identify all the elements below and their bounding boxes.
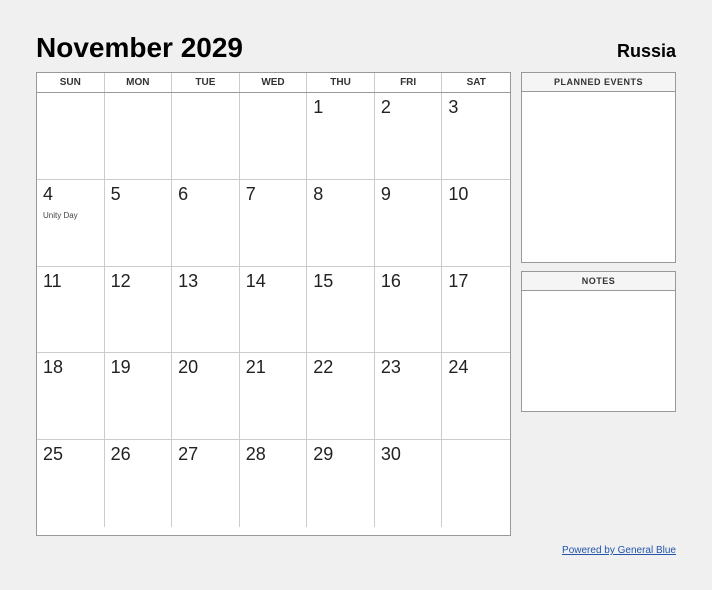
day-number: 11 <box>43 271 98 292</box>
day-cell: 30 <box>375 440 443 527</box>
day-number: 2 <box>381 97 436 118</box>
planned-events-content <box>522 92 675 262</box>
day-cell: 18 <box>37 353 105 440</box>
day-cell: 14 <box>240 267 308 354</box>
day-cell: 19 <box>105 353 173 440</box>
day-number: 21 <box>246 357 301 378</box>
planned-events-box: PLANNED EVENTS <box>521 72 676 263</box>
calendar-header: SUNMONTUEWEDTHUFRISAT <box>37 73 510 93</box>
day-number: 7 <box>246 184 301 205</box>
day-cell: 12 <box>105 267 173 354</box>
day-number: 19 <box>111 357 166 378</box>
day-cell: 6 <box>172 180 240 267</box>
header: November 2029 Russia <box>36 32 676 64</box>
day-header-tue: TUE <box>172 73 240 92</box>
notes-title: NOTES <box>522 272 675 291</box>
day-number: 3 <box>448 97 504 118</box>
day-cell: 5 <box>105 180 173 267</box>
day-cell: 24 <box>442 353 510 440</box>
day-number: 20 <box>178 357 233 378</box>
day-header-fri: FRI <box>375 73 443 92</box>
day-header-sat: SAT <box>442 73 510 92</box>
day-cell: 27 <box>172 440 240 527</box>
page: November 2029 Russia SUNMONTUEWEDTHUFRIS… <box>20 20 692 570</box>
country-label: Russia <box>617 41 676 62</box>
day-number: 16 <box>381 271 436 292</box>
day-cell: 1 <box>307 93 375 180</box>
day-cell: 16 <box>375 267 443 354</box>
day-number: 17 <box>448 271 504 292</box>
day-number: 15 <box>313 271 368 292</box>
footer: Powered by General Blue <box>36 540 676 558</box>
day-number: 6 <box>178 184 233 205</box>
day-cell: 25 <box>37 440 105 527</box>
day-header-sun: SUN <box>37 73 105 92</box>
day-number: 24 <box>448 357 504 378</box>
notes-content <box>522 291 675 411</box>
day-number: 10 <box>448 184 504 205</box>
day-header-mon: MON <box>105 73 173 92</box>
day-cell <box>37 93 105 180</box>
event-label: Unity Day <box>43 211 78 220</box>
day-number: 5 <box>111 184 166 205</box>
day-cell: 23 <box>375 353 443 440</box>
day-cell: 22 <box>307 353 375 440</box>
day-header-thu: THU <box>307 73 375 92</box>
day-number: 22 <box>313 357 368 378</box>
calendar: SUNMONTUEWEDTHUFRISAT 1234Unity Day56789… <box>36 72 511 536</box>
day-cell: 26 <box>105 440 173 527</box>
day-cell: 20 <box>172 353 240 440</box>
day-cell <box>442 440 510 527</box>
day-cell: 28 <box>240 440 308 527</box>
day-cell <box>172 93 240 180</box>
day-number: 18 <box>43 357 98 378</box>
day-cell: 3 <box>442 93 510 180</box>
day-cell: 29 <box>307 440 375 527</box>
day-cell: 2 <box>375 93 443 180</box>
day-number: 23 <box>381 357 436 378</box>
day-number: 9 <box>381 184 436 205</box>
day-number: 8 <box>313 184 368 205</box>
day-number: 25 <box>43 444 98 465</box>
powered-by-link[interactable]: Powered by General Blue <box>562 545 676 556</box>
page-title: November 2029 <box>36 32 243 64</box>
sidebar: PLANNED EVENTS NOTES <box>521 72 676 536</box>
day-cell: 11 <box>37 267 105 354</box>
day-cell: 7 <box>240 180 308 267</box>
day-cell: 15 <box>307 267 375 354</box>
day-number: 12 <box>111 271 166 292</box>
day-number: 28 <box>246 444 301 465</box>
day-cell: 8 <box>307 180 375 267</box>
day-cell: 10 <box>442 180 510 267</box>
day-cell: 4 Unity Day <box>37 180 105 267</box>
day-cell: 9 <box>375 180 443 267</box>
day-number: 14 <box>246 271 301 292</box>
day-cell <box>105 93 173 180</box>
day-cell: 17 <box>442 267 510 354</box>
day-number: 27 <box>178 444 233 465</box>
day-cell <box>240 93 308 180</box>
day-number: 29 <box>313 444 368 465</box>
day-number: 4 <box>43 184 98 205</box>
day-number: 1 <box>313 97 368 118</box>
notes-box: NOTES <box>521 271 676 412</box>
day-number: 26 <box>111 444 166 465</box>
calendar-body: 1234Unity Day567891011121314151617181920… <box>37 93 510 527</box>
day-cell: 13 <box>172 267 240 354</box>
day-number: 13 <box>178 271 233 292</box>
day-cell: 21 <box>240 353 308 440</box>
planned-events-title: PLANNED EVENTS <box>522 73 675 92</box>
day-number: 30 <box>381 444 436 465</box>
main-area: SUNMONTUEWEDTHUFRISAT 1234Unity Day56789… <box>36 72 676 536</box>
day-header-wed: WED <box>240 73 308 92</box>
